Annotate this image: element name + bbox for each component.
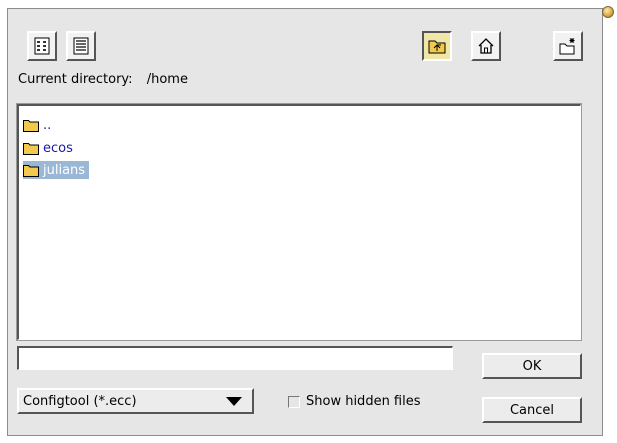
show-hidden-label: Show hidden files <box>306 394 421 409</box>
filter-select-value: Configtool (*.ecc) <box>23 393 137 409</box>
parent-directory-button[interactable] <box>422 31 452 61</box>
current-directory-path: /home <box>146 72 188 87</box>
list-item[interactable]: ecos <box>23 139 77 157</box>
folder-icon <box>23 119 39 132</box>
close-icon[interactable] <box>602 6 614 18</box>
cancel-button[interactable]: Cancel <box>482 397 582 423</box>
detail-view-button[interactable] <box>66 31 96 61</box>
new-folder-icon <box>559 38 575 55</box>
parent-directory-icon <box>428 40 446 54</box>
home-icon <box>478 38 494 54</box>
current-directory: Current directory: /home <box>18 72 188 87</box>
checkbox-box[interactable] <box>288 395 300 408</box>
folder-icon <box>23 164 39 177</box>
chevron-down-icon <box>226 397 242 406</box>
list-item[interactable]: julians <box>23 161 90 179</box>
list-view-button[interactable] <box>27 31 57 61</box>
home-button[interactable] <box>471 31 501 61</box>
show-hidden-checkbox[interactable]: Show hidden files <box>288 394 421 409</box>
filename-input[interactable] <box>17 346 453 370</box>
current-directory-label: Current directory: <box>18 72 133 87</box>
new-folder-button[interactable] <box>553 31 583 61</box>
list-item-name: ecos <box>43 140 73 156</box>
list-item-name: julians <box>43 162 86 178</box>
detail-view-icon <box>73 37 89 55</box>
folder-icon <box>23 142 39 155</box>
ok-button[interactable]: OK <box>482 353 582 379</box>
list-item-name: .. <box>43 117 52 133</box>
list-item[interactable]: .. <box>23 116 55 134</box>
filter-select[interactable]: Configtool (*.ecc) <box>17 388 254 414</box>
list-view-icon <box>34 37 50 55</box>
file-list[interactable]: .. ecos julians <box>16 103 582 341</box>
